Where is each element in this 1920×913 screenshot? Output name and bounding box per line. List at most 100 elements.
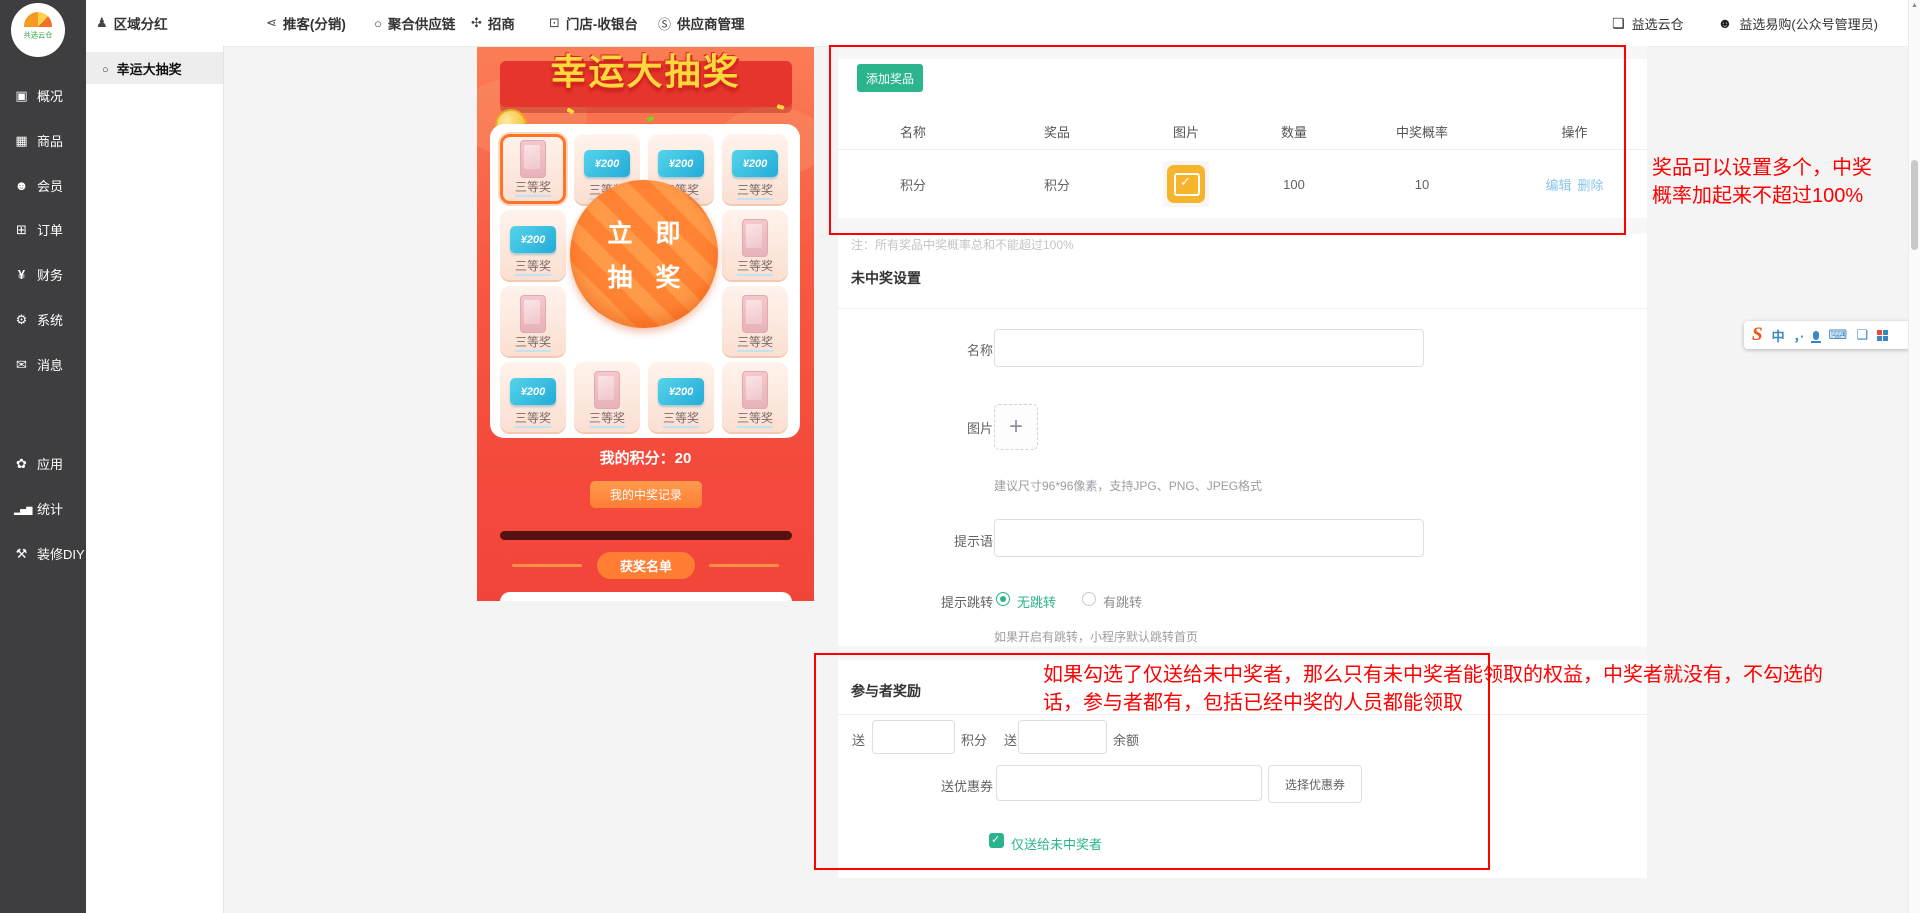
secondary-sidebar: 幸运大抽奖 <box>86 46 224 913</box>
diy-icon <box>14 546 29 562</box>
sidebar-item-messages[interactable]: 消息 <box>14 355 63 374</box>
user-account-menu[interactable]: 益选易购(公众号管理员) <box>1718 14 1878 33</box>
no-win-section-title: 未中奖设置 <box>851 268 921 288</box>
cell-image <box>1126 161 1246 207</box>
prize-tile-voucher[interactable]: ¥200三等奖 <box>500 210 566 280</box>
coupon-input[interactable] <box>996 765 1262 801</box>
prize-tile-phone[interactable]: 三等奖 <box>722 362 788 432</box>
scroll-up-arrow-icon[interactable] <box>1911 2 1918 9</box>
clipboard-icon[interactable]: ❏ <box>1856 327 1868 343</box>
mobile-lottery-preview: 幸运大抽奖 三等奖 ¥200三等奖 ¥200三等奖 ¥200三等奖 ¥200三等… <box>477 47 814 601</box>
vertical-scrollbar[interactable] <box>1908 0 1920 913</box>
sidebar-item-diy[interactable]: 装修DIY <box>14 544 85 563</box>
cell-name: 积分 <box>838 175 988 194</box>
only-losers-checkbox[interactable] <box>989 833 1004 848</box>
table-divider <box>838 149 1647 150</box>
admin-lottery-page: ♟ 区域分红 ⋖ 推客(分销) ○ 聚合供应链 ✣ 招商 ⊡ 门店-收银台 Ⓢ … <box>0 0 1920 913</box>
tip-field-label: 提示语 <box>913 531 993 550</box>
nav-region-dividend[interactable]: ♟ 区域分红 <box>96 0 168 46</box>
prize-table-header: 名称 奖品 图片 数量 中奖概率 操作 <box>838 116 1647 146</box>
microphone-icon[interactable] <box>1813 331 1819 340</box>
pill-line-left <box>512 564 582 567</box>
prize-tile-voucher[interactable]: ¥200三等奖 <box>722 134 788 204</box>
ime-language-toggle[interactable]: 中 <box>1772 326 1785 345</box>
prize-tile-phone-selected[interactable]: 三等奖 <box>500 134 566 204</box>
prize-tile-voucher[interactable]: ¥200三等奖 <box>648 362 714 432</box>
no-jump-label[interactable]: 无跳转 <box>1017 592 1056 611</box>
submenu-item-lucky-draw[interactable]: 幸运大抽奖 <box>86 52 223 84</box>
nav-promoter-distribution[interactable]: ⋖ 推客(分销) <box>266 0 346 46</box>
sogou-logo-icon[interactable]: S <box>1752 324 1763 346</box>
cell-actions: 编辑 删除 <box>1502 175 1647 194</box>
annotation-note-prizes: 奖品可以设置多个，中奖 概率加起来不超过100% <box>1652 154 1872 210</box>
give-balance-input[interactable] <box>1018 720 1107 754</box>
sidebar-item-members[interactable]: 会员 <box>14 176 63 195</box>
sidebar-item-stats[interactable]: 统计 <box>14 499 63 518</box>
app-logo[interactable]: 共选云仓 <box>11 3 65 57</box>
voucher-prize-image: ¥200 <box>510 378 556 405</box>
name-field-label: 名称 <box>933 340 993 359</box>
only-losers-label[interactable]: 仅送给未中奖者 <box>1011 834 1102 853</box>
overview-icon <box>14 88 29 104</box>
nav-label: 推客(分销) <box>283 13 346 33</box>
jump-label[interactable]: 有跳转 <box>1103 592 1142 611</box>
draw-now-button[interactable]: 立 即 抽 奖 <box>570 180 718 328</box>
stats-icon <box>14 501 29 516</box>
workspace-label: 益选云仓 <box>1632 14 1684 33</box>
sidebar-item-goods[interactable]: 商品 <box>14 131 63 150</box>
phone-prize-image <box>520 295 546 333</box>
nav-label: 聚合供应链 <box>388 13 456 33</box>
prize-tile-label: 三等奖 <box>737 335 773 352</box>
prize-tile-phone[interactable]: 三等奖 <box>722 210 788 280</box>
nav-investment[interactable]: ✣ 招商 <box>471 0 515 46</box>
prize-tile-label: 三等奖 <box>515 335 551 352</box>
confetti <box>647 116 655 122</box>
sidebar-item-finance[interactable]: 财务 <box>14 265 63 284</box>
sidebar-item-apps[interactable]: 应用 <box>14 454 63 473</box>
voucher-value: ¥200 <box>743 158 767 170</box>
prize-tile-label: 三等奖 <box>515 180 551 197</box>
choose-coupon-button[interactable]: 选择优惠券 <box>1268 765 1362 803</box>
nav-supply-chain[interactable]: ○ 聚合供应链 <box>374 0 455 46</box>
sidebar-item-overview[interactable]: 概况 <box>14 86 63 105</box>
my-winning-records-button[interactable]: 我的中奖记录 <box>590 481 702 508</box>
no-jump-radio[interactable] <box>996 592 1010 606</box>
col-prize: 奖品 <box>988 122 1126 141</box>
jump-note: 如果开启有跳转，小程序默认跳转首页 <box>994 628 1198 645</box>
name-input[interactable] <box>994 329 1424 367</box>
voucher-value: ¥200 <box>669 158 693 170</box>
prize-tile-voucher[interactable]: ¥200三等奖 <box>500 362 566 432</box>
top-navigation-bar: ♟ 区域分红 ⋖ 推客(分销) ○ 聚合供应链 ✣ 招商 ⊡ 门店-收银台 Ⓢ … <box>86 0 1908 47</box>
voucher-value: ¥200 <box>669 386 693 398</box>
delete-link[interactable]: 删除 <box>1578 175 1604 194</box>
nav-store-cashier[interactable]: ⊡ 门店-收银台 <box>549 0 638 46</box>
nav-supplier-management[interactable]: Ⓢ 供应商管理 <box>658 0 745 46</box>
image-upload-box[interactable] <box>994 404 1038 450</box>
keyboard-icon[interactable]: ⌨ <box>1828 327 1847 343</box>
grid-icon <box>1612 15 1625 32</box>
section-divider <box>838 308 1647 309</box>
my-points-text: 我的积分：20 <box>477 447 814 468</box>
ime-menu-grid-icon[interactable] <box>1877 330 1888 341</box>
probability-note: 注：所有奖品中奖概率总和不能超过100% <box>851 236 1074 253</box>
jump-radio[interactable] <box>1082 592 1096 606</box>
main-sidebar: 共选云仓 概况 商品 会员 订单 财务 系统 消息 应用 统计 装修DIY <box>0 0 86 913</box>
cell-quantity: 100 <box>1246 177 1342 192</box>
workspace-switcher[interactable]: 益选云仓 <box>1612 14 1684 33</box>
edit-link[interactable]: 编辑 <box>1545 175 1571 194</box>
sidebar-item-system[interactable]: 系统 <box>14 310 63 329</box>
col-probability: 中奖概率 <box>1342 122 1502 141</box>
scrollbar-thumb[interactable] <box>1911 160 1918 250</box>
orders-icon <box>14 222 29 238</box>
prize-tile-phone[interactable]: 三等奖 <box>722 286 788 356</box>
prize-tile-phone[interactable]: 三等奖 <box>500 286 566 356</box>
balance-suffix: 余额 <box>1113 730 1149 749</box>
section-strip <box>838 218 1647 234</box>
sidebar-item-orders[interactable]: 订单 <box>14 220 63 239</box>
prize-tile-label: 三等奖 <box>515 259 551 276</box>
give-points-input[interactable] <box>872 720 955 754</box>
prize-tile-phone[interactable]: 三等奖 <box>574 362 640 432</box>
tip-input[interactable] <box>994 519 1424 557</box>
add-prize-button[interactable]: 添加奖品 <box>857 64 923 92</box>
ime-punctuation-toggle[interactable]: ，· <box>1794 326 1805 345</box>
